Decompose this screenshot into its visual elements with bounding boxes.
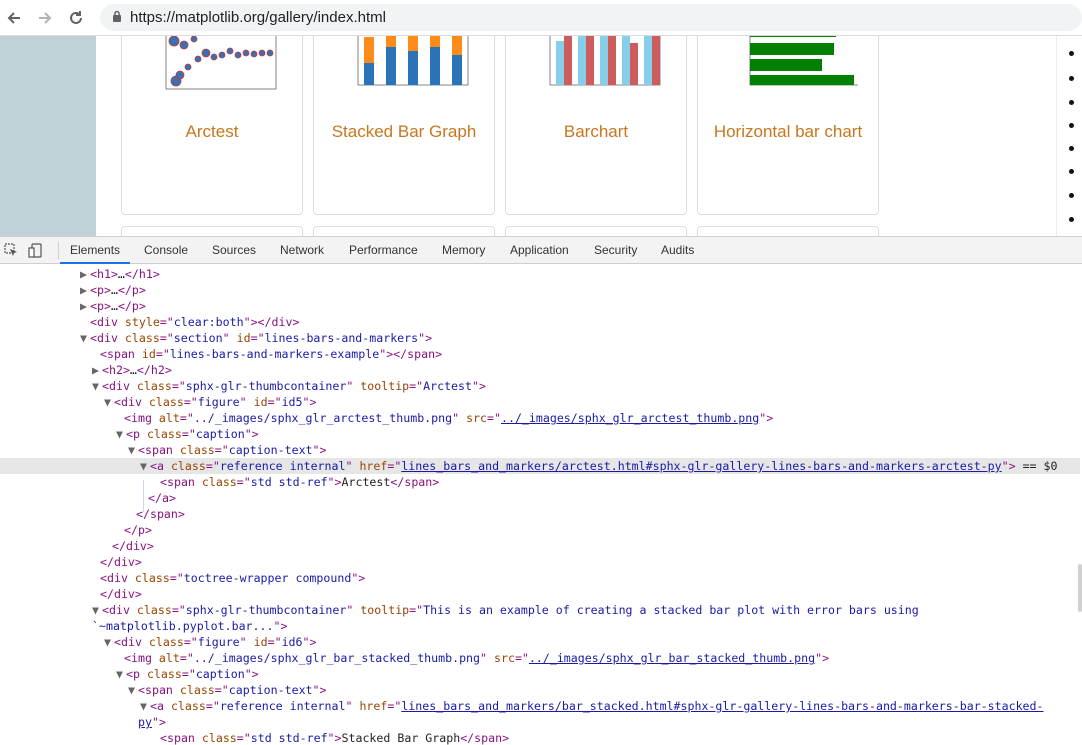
vertical-scrollbar[interactable] (1078, 564, 1082, 612)
dom-node[interactable]: ▼ <div class="sphx-glr-thumbcontainer" to… (0, 602, 919, 618)
expand-triangle-icon[interactable]: ▶ (80, 298, 90, 314)
gallery-card-stacked-bar[interactable]: Stacked Bar Graph (313, 36, 495, 215)
card-caption[interactable]: Horizontal bar chart (698, 122, 878, 142)
tab-elements[interactable]: Elements (60, 237, 131, 264)
sidebar-strip (0, 36, 96, 236)
inspect-element-icon[interactable] (4, 243, 18, 262)
device-toolbar-icon[interactable] (28, 243, 42, 263)
gallery-card-next[interactable] (505, 226, 687, 236)
toc-bullet[interactable] (1069, 169, 1074, 174)
dom-node[interactable]: </p> (0, 522, 152, 538)
gallery-card-next[interactable] (121, 226, 303, 236)
dom-node[interactable]: py"> (0, 714, 166, 730)
dom-node[interactable]: <div style="clear:both"></div> (0, 314, 299, 330)
expand-triangle-icon[interactable]: ▶ (80, 282, 90, 298)
reload-icon[interactable] (64, 6, 88, 30)
dom-node[interactable]: ▶ <p>…</p> (0, 298, 146, 314)
address-bar[interactable]: https://matplotlib.org/gallery/index.htm… (100, 4, 1082, 31)
collapse-triangle-icon[interactable]: ▼ (128, 682, 138, 698)
dom-node[interactable]: <div class="toctree-wrapper compound"> (0, 570, 365, 586)
horizontal-bar-thumbnail (749, 36, 858, 86)
card-caption[interactable]: Arctest (122, 122, 302, 142)
gallery-card-arctest[interactable]: Arctest (121, 36, 303, 215)
dom-node[interactable]: <span class="std std-ref">Stacked Bar Gr… (0, 730, 509, 745)
toolbar-divider (58, 242, 59, 259)
toc-bullet[interactable] (1069, 217, 1074, 222)
barchart-thumbnail (549, 36, 661, 86)
toc-bullet[interactable] (1069, 76, 1074, 81)
dom-node[interactable]: ▼ <div class="figure" id="id5"> (0, 394, 317, 410)
dom-node[interactable]: ▶ <p>…</p> (0, 282, 146, 298)
tab-network[interactable]: Network (270, 237, 334, 264)
dom-node[interactable]: ▼ <div class="figure" id="id6"> (0, 634, 317, 650)
page-viewport: Arctest Stacked Bar Graph Barchart Horiz… (0, 36, 1082, 236)
dom-node[interactable]: </span> (0, 506, 185, 522)
elements-tree[interactable]: ▶ <h1>…</h1> ▶ <p>…</p> ▶ <p>…</p> <div style=… (0, 264, 1082, 745)
collapse-triangle-icon[interactable]: ▼ (128, 442, 138, 458)
tab-console[interactable]: Console (134, 237, 198, 264)
collapse-triangle-icon[interactable]: ▼ (104, 394, 114, 410)
collapse-triangle-icon[interactable]: ▼ (80, 330, 90, 346)
dom-node-selected[interactable]: ▼ <a class="reference internal" href="lin… (0, 458, 1080, 474)
dom-node[interactable]: <img alt="../_images/sphx_glr_arctest_th… (0, 410, 773, 426)
dom-node[interactable]: </div> (0, 554, 142, 570)
stacked-bar-thumbnail (357, 36, 469, 86)
dom-node[interactable]: <img alt="../_images/sphx_glr_bar_stacke… (0, 650, 829, 666)
dom-node[interactable]: ▶ <h2>…</h2> (0, 362, 172, 378)
arctest-thumbnail (165, 36, 277, 90)
toc-divider (1056, 36, 1057, 236)
dom-node[interactable]: <span class="std std-ref">Arctest</span> (0, 474, 439, 490)
collapse-triangle-icon[interactable]: ▼ (116, 666, 126, 682)
collapse-triangle-icon[interactable]: ▼ (92, 602, 102, 618)
toc-bullet[interactable] (1069, 193, 1074, 198)
tab-application[interactable]: Application (500, 237, 579, 264)
dom-node[interactable]: ▼ <span class="caption-text"> (0, 442, 327, 458)
lock-icon (112, 9, 122, 27)
collapse-triangle-icon[interactable]: ▼ (140, 458, 150, 474)
dom-node[interactable]: ▶ <h1>…</h1> (0, 266, 160, 282)
dom-node[interactable]: `~matplotlib.pyplot.bar..."> (0, 618, 287, 634)
tab-security[interactable]: Security (584, 237, 647, 264)
forward-arrow-icon[interactable] (33, 6, 57, 30)
collapse-triangle-icon[interactable]: ▼ (92, 378, 102, 394)
url-text: https://matplotlib.org/gallery/index.htm… (130, 9, 386, 26)
dom-node[interactable]: ▼ <p class="caption"> (0, 426, 259, 442)
collapse-triangle-icon[interactable]: ▼ (116, 426, 126, 442)
dom-node[interactable]: ▼ <p class="caption"> (0, 666, 259, 682)
gallery-card-horizontal-bar[interactable]: Horizontal bar chart (697, 36, 879, 215)
dom-node[interactable]: ▼ <div class="sphx-glr-thumbcontainer" to… (0, 378, 486, 394)
devtools-tabbar: Elements Console Sources Network Performance… (0, 236, 1082, 264)
tab-performance[interactable]: Performance (339, 237, 428, 264)
tab-audits[interactable]: Audits (651, 237, 704, 264)
dom-node[interactable]: ▼ <span class="caption-text"> (0, 682, 327, 698)
back-arrow-icon[interactable] (2, 6, 26, 30)
gallery-card-next[interactable] (313, 226, 495, 236)
collapse-triangle-icon[interactable]: ▼ (104, 634, 114, 650)
tab-sources[interactable]: Sources (202, 237, 266, 264)
dom-node[interactable]: ▼ <div class="section" id="lines-bars-and… (0, 330, 432, 346)
dom-node[interactable]: </div> (0, 538, 154, 554)
dom-node[interactable]: ▼ <a class="reference internal" href="lin… (0, 698, 1044, 714)
toc-bullet[interactable] (1069, 51, 1074, 56)
expand-triangle-icon[interactable]: ▶ (80, 266, 90, 282)
browser-toolbar: https://matplotlib.org/gallery/index.htm… (0, 0, 1082, 36)
expand-triangle-icon[interactable]: ▶ (92, 362, 102, 378)
dom-node[interactable]: </a> (0, 490, 176, 506)
dom-node[interactable]: <span id="lines-bars-and-markers-example… (0, 346, 442, 362)
dom-node[interactable]: </div> (0, 586, 142, 602)
card-caption[interactable]: Barchart (506, 122, 686, 142)
tab-memory[interactable]: Memory (432, 237, 495, 264)
gallery-card-next[interactable] (697, 226, 879, 236)
toc-bullet[interactable] (1069, 100, 1074, 105)
gallery-card-barchart[interactable]: Barchart (505, 36, 687, 215)
card-caption[interactable]: Stacked Bar Graph (314, 122, 494, 142)
collapse-triangle-icon[interactable]: ▼ (140, 698, 150, 714)
toc-bullet[interactable] (1069, 123, 1074, 128)
toc-bullet[interactable] (1069, 146, 1074, 151)
